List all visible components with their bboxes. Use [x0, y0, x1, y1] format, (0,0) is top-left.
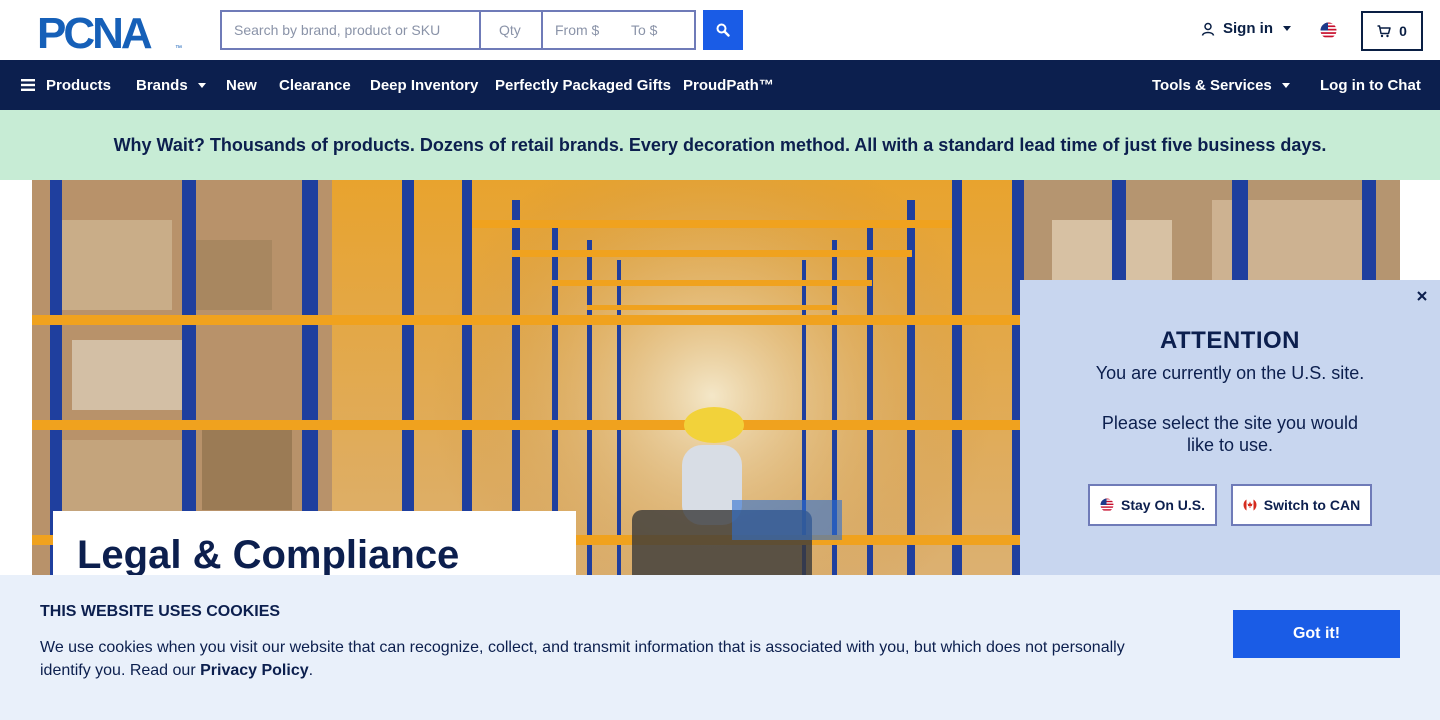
price-to-input[interactable]: [631, 22, 683, 38]
nav-brands-label: Brands: [136, 76, 188, 94]
cookie-banner: THIS WEBSITE USES COOKIES We use cookies…: [0, 575, 1440, 720]
nav-new[interactable]: New: [226, 60, 257, 110]
nav-brands[interactable]: Brands: [136, 60, 206, 110]
logo-text: PCNA: [37, 12, 152, 52]
search-input[interactable]: [220, 10, 479, 50]
logo-trademark: ™: [175, 45, 182, 52]
search-icon: [716, 23, 730, 37]
chevron-down-icon: [1283, 26, 1291, 31]
sign-in-button[interactable]: Sign in: [1201, 20, 1291, 37]
qty-input[interactable]: [479, 10, 541, 50]
nav-products-label: Products: [46, 76, 112, 94]
current-site-text: You are currently on the U.S. site.: [1095, 363, 1365, 383]
nav-perfectly-packaged-gifts[interactable]: Perfectly Packaged Gifts: [495, 60, 671, 110]
privacy-policy-link[interactable]: Privacy Policy: [200, 662, 309, 679]
cart-count: 0: [1399, 23, 1407, 39]
page-title: Legal & Compliance: [77, 533, 460, 577]
canada-flag-icon: [1243, 498, 1257, 512]
switch-to-can-button[interactable]: Switch to CAN: [1231, 484, 1372, 526]
hamburger-icon: [21, 79, 35, 91]
price-range: [541, 10, 696, 50]
main-nav: Products Brands New Clearance Deep Inven…: [0, 60, 1440, 110]
price-from-input[interactable]: [555, 22, 607, 38]
site-header: PCNA ™ Sign in: [0, 0, 1440, 60]
search-bar: [220, 10, 696, 50]
attention-heading: ATTENTION: [1159, 327, 1301, 354]
nav-log-in-to-chat[interactable]: Log in to Chat: [1320, 60, 1421, 110]
stay-on-us-button[interactable]: Stay On U.S.: [1088, 484, 1217, 526]
nav-clearance[interactable]: Clearance: [279, 60, 351, 110]
pcna-logo[interactable]: PCNA ™: [37, 12, 185, 52]
cart-icon: [1377, 24, 1391, 37]
cookie-heading: THIS WEBSITE USES COOKIES: [40, 603, 281, 620]
cookie-period: .: [308, 662, 314, 679]
chevron-down-icon: [1281, 82, 1290, 88]
us-flag-icon[interactable]: [1320, 22, 1337, 39]
promo-text: Why Wait? Thousands of products. Dozens …: [113, 134, 1327, 155]
switch-to-can-label: Switch to CAN: [1263, 497, 1361, 513]
cookie-message: We use cookies when you visit our websit…: [40, 636, 1150, 682]
nav-deep-inventory[interactable]: Deep Inventory: [370, 60, 478, 110]
site-select-modal: ATTENTION You are currently on the U.S. …: [1020, 280, 1440, 580]
nav-proudpath[interactable]: ProudPath™: [683, 60, 774, 110]
promo-banner: Why Wait? Thousands of products. Dozens …: [0, 110, 1440, 180]
select-site-prompt: Please select the site you would like to…: [1101, 413, 1359, 455]
nav-tools-services[interactable]: Tools & Services: [1152, 60, 1290, 110]
search-button[interactable]: [703, 10, 743, 50]
cart-button[interactable]: 0: [1361, 11, 1423, 51]
sign-in-label: Sign in: [1223, 20, 1273, 37]
us-flag-icon: [1100, 498, 1114, 512]
user-icon: [1201, 22, 1215, 36]
got-it-button[interactable]: Got it!: [1233, 610, 1400, 658]
chevron-down-icon: [197, 82, 206, 88]
stay-on-us-label: Stay On U.S.: [1120, 497, 1206, 513]
nav-products[interactable]: Products: [21, 60, 111, 110]
nav-tools-label: Tools & Services: [1152, 76, 1272, 94]
close-icon[interactable]: [1415, 289, 1429, 303]
